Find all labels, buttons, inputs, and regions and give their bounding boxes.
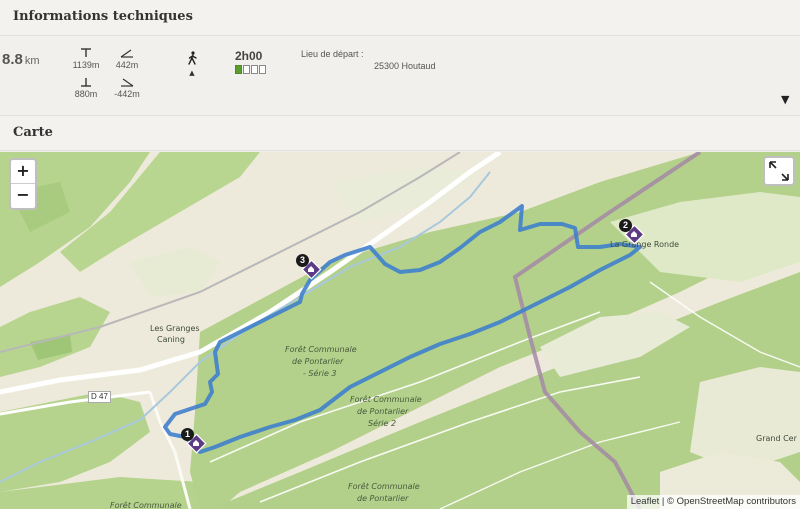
route-marker-2[interactable]: 2 [619, 219, 647, 247]
fullscreen-button[interactable] [763, 156, 795, 186]
difficulty-box [251, 65, 258, 74]
marker-number: 3 [296, 254, 309, 267]
forest-label: Forêt Communale [285, 345, 357, 354]
route-marker-1[interactable]: 1 [181, 428, 209, 456]
duration: 2h00 [235, 49, 266, 74]
triangle-up-icon: ▲ [189, 69, 195, 77]
altitude-min-icon [66, 77, 106, 89]
map-view[interactable]: Les Granges Caning La Grange Ronde Grand… [0, 152, 800, 509]
min-altitude: 880m [66, 77, 106, 100]
map-attribution: Leaflet | © OpenStreetMap contributors [626, 495, 800, 509]
zoom-control: + − [9, 158, 37, 210]
start-location-value: 25300 Houtaud [374, 61, 436, 71]
difficulty-box [259, 65, 266, 74]
forest-label: de Pontarlier [292, 357, 344, 366]
zoom-in-button[interactable]: + [11, 160, 35, 184]
distance-unit: km [24, 55, 40, 67]
activity: ▲ [183, 51, 201, 78]
road-label-d47: D 47 [88, 391, 111, 403]
duration-value: 2h00 [235, 49, 263, 63]
map-tiles [0, 152, 800, 509]
negative-elevation: -442m [107, 77, 147, 100]
map-title: Carte [13, 125, 53, 140]
difficulty-indicator [235, 65, 266, 74]
zoom-out-button[interactable]: − [11, 184, 35, 208]
marker-number: 2 [619, 219, 632, 232]
osm-link[interactable]: OpenStreetMap contributors [677, 496, 796, 507]
place-label: Les Granges [150, 324, 200, 333]
forest-label: de Pontarlier [357, 494, 409, 503]
forest-label: Forêt Communale [350, 395, 422, 404]
map-header: Carte [0, 117, 800, 151]
difficulty-box [235, 65, 242, 74]
leaflet-link[interactable]: Leaflet [631, 496, 660, 507]
technical-info-header: Informations techniques [0, 0, 800, 36]
elevation-gain-icon [107, 48, 147, 60]
place-label: Grand Cer [756, 434, 797, 443]
max-altitude: 1139m [66, 48, 106, 71]
route-marker-3[interactable]: 3 [296, 254, 324, 282]
altitude-max-icon [66, 48, 106, 60]
distance: 8.8 km [2, 49, 40, 68]
fullscreen-icon [769, 161, 789, 181]
start-location-label: Lieu de départ : [301, 49, 364, 59]
forest-label: de Pontarlier [357, 407, 409, 416]
distance-value: 8.8 [2, 51, 23, 68]
place-label: Caning [157, 335, 185, 344]
forest-label: Forêt Communale [348, 482, 420, 491]
difficulty-box [243, 65, 250, 74]
marker-number: 1 [181, 428, 194, 441]
forest-label: Forêt Communale [110, 501, 182, 509]
positive-elevation: 442m [107, 48, 147, 71]
technical-stats: 8.8 km 1139m 880m 442m -442m ▲ 2h00 Lieu … [0, 37, 800, 116]
forest-label: - Série 3 [303, 369, 337, 378]
hiker-icon [183, 51, 201, 69]
expand-toggle-icon[interactable]: ▼ [781, 93, 789, 106]
elevation-loss-icon [107, 77, 147, 89]
technical-info-title: Informations techniques [13, 9, 193, 24]
forest-label: Série 2 [368, 419, 397, 428]
